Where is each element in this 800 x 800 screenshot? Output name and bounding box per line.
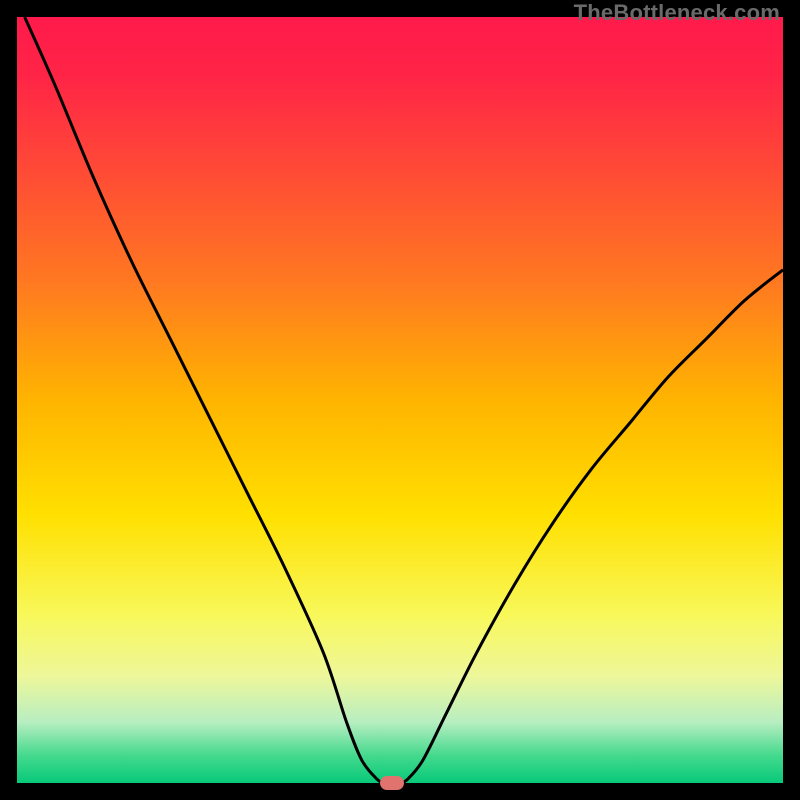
- watermark-text: TheBottleneck.com: [574, 0, 780, 26]
- optimum-marker: [380, 776, 404, 790]
- chart-frame: [17, 17, 783, 783]
- bottleneck-chart: [17, 17, 783, 783]
- gradient-background: [17, 17, 783, 783]
